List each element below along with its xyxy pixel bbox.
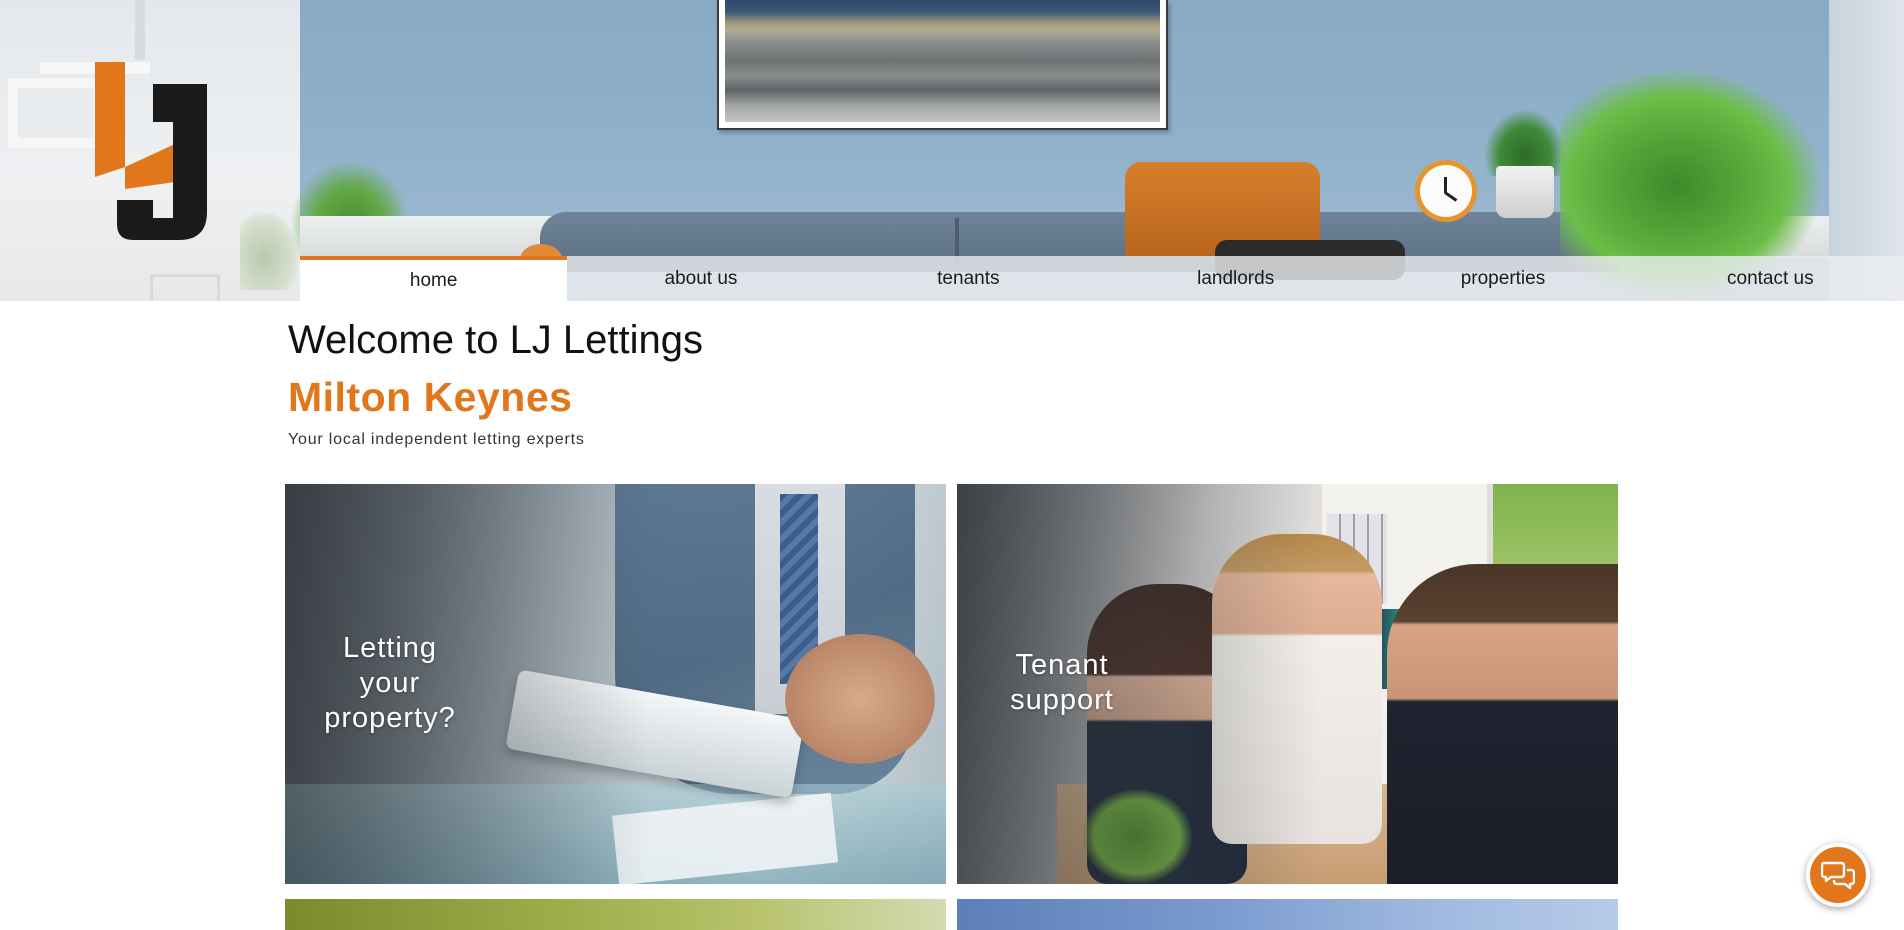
nav-item-contact-us[interactable]: contact us	[1637, 256, 1904, 301]
chat-button[interactable]	[1806, 843, 1870, 907]
site-header: home about us tenants landlords properti…	[0, 0, 1904, 301]
nav-item-home[interactable]: home	[300, 256, 568, 301]
tile-letting-your-property[interactable]: Letting your property?	[285, 484, 946, 884]
tile-partial-right[interactable]	[957, 899, 1618, 930]
clock-icon	[1415, 160, 1477, 222]
decor-painting	[717, 0, 1168, 130]
nav-item-landlords[interactable]: landlords	[1102, 256, 1369, 301]
decor-pot	[1496, 166, 1554, 218]
main-nav: home about us tenants landlords properti…	[300, 256, 1904, 301]
logo-panel	[0, 0, 300, 301]
tile-label: Tenant support	[1010, 649, 1114, 716]
nav-item-about-us[interactable]: about us	[567, 256, 834, 301]
chat-bubbles-icon	[1821, 861, 1855, 890]
lj-logo-icon[interactable]	[95, 62, 207, 240]
decor-frame	[150, 274, 220, 301]
location-heading: Milton Keynes	[288, 374, 573, 420]
tile-partial-left[interactable]	[285, 899, 946, 930]
decor-shelf-box	[8, 78, 98, 148]
decor-lamp	[135, 0, 145, 60]
tile-label: Letting your property?	[324, 632, 456, 734]
tagline: Your local independent letting experts	[288, 431, 585, 448]
page-title: Welcome to LJ Lettings	[288, 318, 704, 362]
nav-item-tenants[interactable]: tenants	[835, 256, 1102, 301]
nav-item-properties[interactable]: properties	[1369, 256, 1636, 301]
tile-tenant-support[interactable]: Tenant support	[957, 484, 1618, 884]
